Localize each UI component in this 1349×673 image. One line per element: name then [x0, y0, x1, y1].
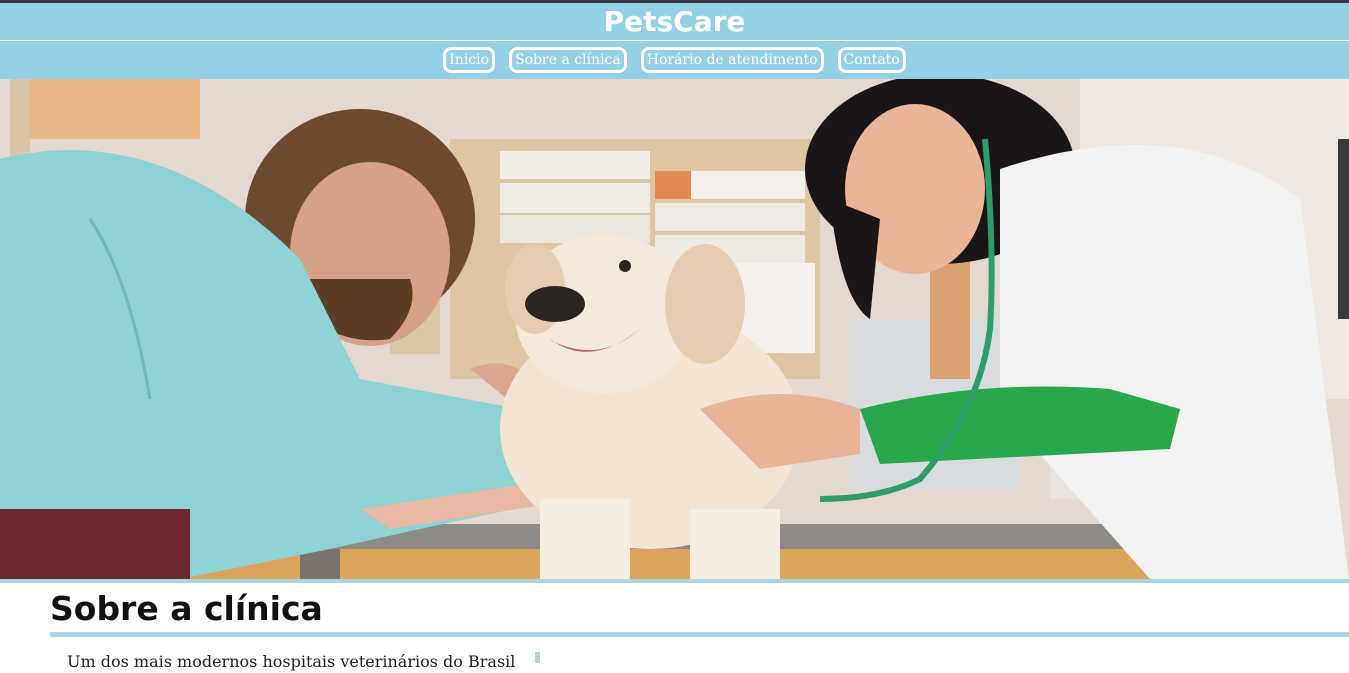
- nav-link-contato[interactable]: Contato: [837, 47, 906, 73]
- hero-bottom-border: [0, 579, 1349, 583]
- about-text: Um dos mais modernos hospitais veterinár…: [67, 652, 516, 671]
- main-nav: Inicio Sobre a clínica Horário de atendi…: [0, 41, 1349, 79]
- nav-link-sobre[interactable]: Sobre a clínica: [509, 47, 627, 73]
- nav-link-horario[interactable]: Horário de atendimento: [640, 47, 824, 73]
- about-title-underline: [50, 632, 1349, 637]
- nav-link-inicio[interactable]: Inicio: [443, 47, 496, 73]
- hero-image: [0, 79, 1349, 579]
- site-brand[interactable]: PetsCare: [0, 3, 1349, 40]
- site-header: PetsCare: [0, 3, 1349, 40]
- about-title: Sobre a clínica: [50, 589, 323, 628]
- column-separator: [535, 652, 540, 663]
